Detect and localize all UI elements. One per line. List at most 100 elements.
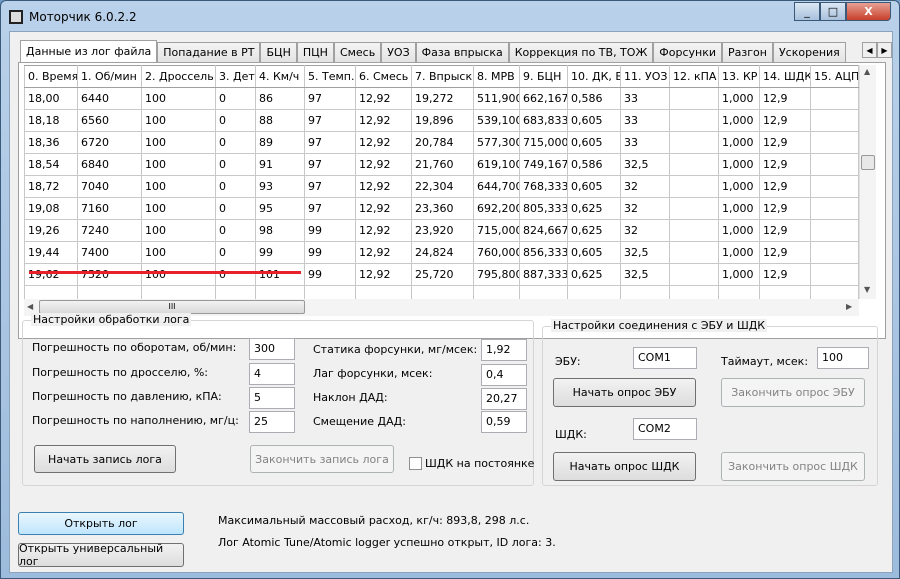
table-cell[interactable] — [810, 219, 859, 242]
column-header[interactable]: 3. Дет. — [215, 65, 256, 88]
table-cell[interactable]: 12,92 — [355, 175, 412, 198]
column-header[interactable]: 9. БЦН — [519, 65, 568, 88]
table-cell[interactable]: 1,000 — [718, 197, 760, 220]
table-cell[interactable]: 25,720 — [411, 263, 474, 286]
table-cell[interactable]: 95 — [255, 197, 305, 220]
table-cell[interactable]: 7040 — [77, 175, 142, 198]
table-cell[interactable]: 12,92 — [355, 241, 412, 264]
table-cell[interactable]: 6560 — [77, 109, 142, 132]
table-cell[interactable]: 100 — [141, 175, 216, 198]
tab-scroll-left-icon[interactable]: ◀ — [862, 42, 877, 58]
table-cell[interactable]: 100 — [141, 197, 216, 220]
table-cell[interactable]: 100 — [141, 153, 216, 176]
table-cell[interactable]: 97 — [304, 87, 356, 110]
table-cell[interactable]: 715,000 — [473, 219, 520, 242]
table-cell[interactable]: 6840 — [77, 153, 142, 176]
table-cell[interactable]: 100 — [141, 87, 216, 110]
table-cell[interactable]: 12,92 — [355, 87, 412, 110]
table-row[interactable]: 19,44 7400 100 0 99 99 12,92 24,824 760,000 856,3… — [24, 241, 859, 264]
table-cell[interactable] — [718, 285, 760, 299]
table-cell[interactable]: 33 — [620, 87, 670, 110]
tab-9[interactable]: Разгон — [722, 42, 773, 62]
table-cell[interactable]: 0,625 — [567, 219, 621, 242]
table-cell[interactable]: 18,36 — [24, 131, 78, 154]
table-cell[interactable] — [669, 109, 719, 132]
table-cell[interactable]: 32,5 — [620, 263, 670, 286]
fill-error-input[interactable]: 25 — [249, 411, 295, 433]
table-cell[interactable]: 97 — [304, 175, 356, 198]
table-cell[interactable]: 1,000 — [718, 241, 760, 264]
table-cell[interactable]: 12,9 — [759, 87, 811, 110]
table-cell[interactable]: 99 — [304, 219, 356, 242]
table-cell[interactable]: 692,200 — [473, 197, 520, 220]
table-cell[interactable]: 619,100 — [473, 153, 520, 176]
column-header[interactable]: 14. ШДК — [759, 65, 811, 88]
table-cell[interactable]: 887,333 — [519, 263, 568, 286]
table-cell[interactable] — [810, 153, 859, 176]
table-cell[interactable]: 12,92 — [355, 109, 412, 132]
tab-10[interactable]: Ускорения — [772, 42, 846, 62]
table-cell[interactable] — [759, 285, 811, 299]
timeout-input[interactable]: 100 — [817, 347, 869, 369]
column-header[interactable]: 13. КР — [718, 65, 760, 88]
wbo-constant-checkbox[interactable] — [409, 457, 422, 470]
start-ecu-button[interactable]: Начать опрос ЭБУ — [553, 378, 696, 407]
tab-5[interactable]: УОЗ — [381, 42, 416, 62]
table-cell[interactable]: 715,000 — [519, 131, 568, 154]
table-cell[interactable]: 795,800 — [473, 263, 520, 286]
table-cell[interactable]: 93 — [255, 175, 305, 198]
stop-ecu-button[interactable]: Закончить опрос ЭБУ — [721, 378, 865, 407]
table-cell[interactable]: 12,9 — [759, 263, 811, 286]
table-cell[interactable] — [669, 285, 719, 299]
table-cell[interactable]: 0 — [215, 263, 256, 286]
table-cell[interactable]: 12,9 — [759, 197, 811, 220]
table-cell[interactable]: 6720 — [77, 131, 142, 154]
table-cell[interactable]: 12,92 — [355, 219, 412, 242]
table-cell[interactable] — [669, 241, 719, 264]
table-cell[interactable]: 824,667 — [519, 219, 568, 242]
table-cell[interactable]: 19,08 — [24, 197, 78, 220]
table-cell[interactable]: 0 — [215, 153, 256, 176]
table-row[interactable]: 18,54 6840 100 0 91 97 12,92 21,760 619,100 749,1… — [24, 153, 859, 176]
table-cell[interactable]: 0,605 — [567, 131, 621, 154]
table-cell[interactable] — [215, 285, 256, 299]
wbo-port-input[interactable]: COM2 — [633, 418, 697, 440]
table-cell[interactable] — [669, 263, 719, 286]
column-header[interactable]: 1. Об/мин — [77, 65, 142, 88]
maximize-button[interactable]: □ — [820, 2, 846, 21]
table-cell[interactable]: 86 — [255, 87, 305, 110]
table-cell[interactable]: 0 — [215, 197, 256, 220]
table-cell[interactable]: 101 — [255, 263, 305, 286]
throttle-error-input[interactable]: 4 — [249, 363, 295, 385]
table-cell[interactable]: 32 — [620, 175, 670, 198]
table-cell[interactable] — [77, 285, 142, 299]
table-cell[interactable]: 100 — [141, 131, 216, 154]
scroll-down-icon[interactable]: ▼ — [864, 285, 870, 294]
table-cell[interactable]: 19,44 — [24, 241, 78, 264]
table-row[interactable] — [24, 285, 859, 299]
table-cell[interactable]: 749,167 — [519, 153, 568, 176]
table-cell[interactable]: 98 — [255, 219, 305, 242]
table-row[interactable]: 19,26 7240 100 0 98 99 12,92 23,920 715,000 824,6… — [24, 219, 859, 242]
table-row[interactable]: 18,36 6720 100 0 89 97 12,92 20,784 577,300 715,0… — [24, 131, 859, 154]
horizontal-scroll-thumb[interactable]: III — [39, 300, 305, 314]
scroll-right-icon[interactable]: ▶ — [846, 302, 852, 311]
table-cell[interactable]: 32 — [620, 197, 670, 220]
table-cell[interactable]: 760,000 — [473, 241, 520, 264]
table-cell[interactable]: 99 — [255, 241, 305, 264]
tab-8[interactable]: Форсунки — [653, 42, 723, 62]
log-table[interactable]: 0. Время 1. Об/мин 2. Дроссель 3. Дет. 4. Км… — [24, 65, 859, 299]
table-cell[interactable]: 97 — [304, 131, 356, 154]
table-cell[interactable]: 1,000 — [718, 87, 760, 110]
table-cell[interactable]: 0 — [215, 219, 256, 242]
open-universal-log-button[interactable]: Открыть универсальный лог — [18, 542, 184, 568]
tab-scroll-right-icon[interactable]: ▶ — [877, 42, 892, 58]
injector-lag-input[interactable]: 0,4 — [481, 364, 527, 386]
pressure-error-input[interactable]: 5 — [249, 387, 295, 409]
table-cell[interactable]: 1,000 — [718, 153, 760, 176]
tab-6[interactable]: Фаза впрыска — [415, 42, 509, 62]
table-cell[interactable] — [810, 87, 859, 110]
stop-log-button[interactable]: Закончить запись лога — [250, 445, 394, 473]
start-wbo-button[interactable]: Начать опрос ШДК — [553, 452, 696, 481]
table-cell[interactable]: 22,304 — [411, 175, 474, 198]
